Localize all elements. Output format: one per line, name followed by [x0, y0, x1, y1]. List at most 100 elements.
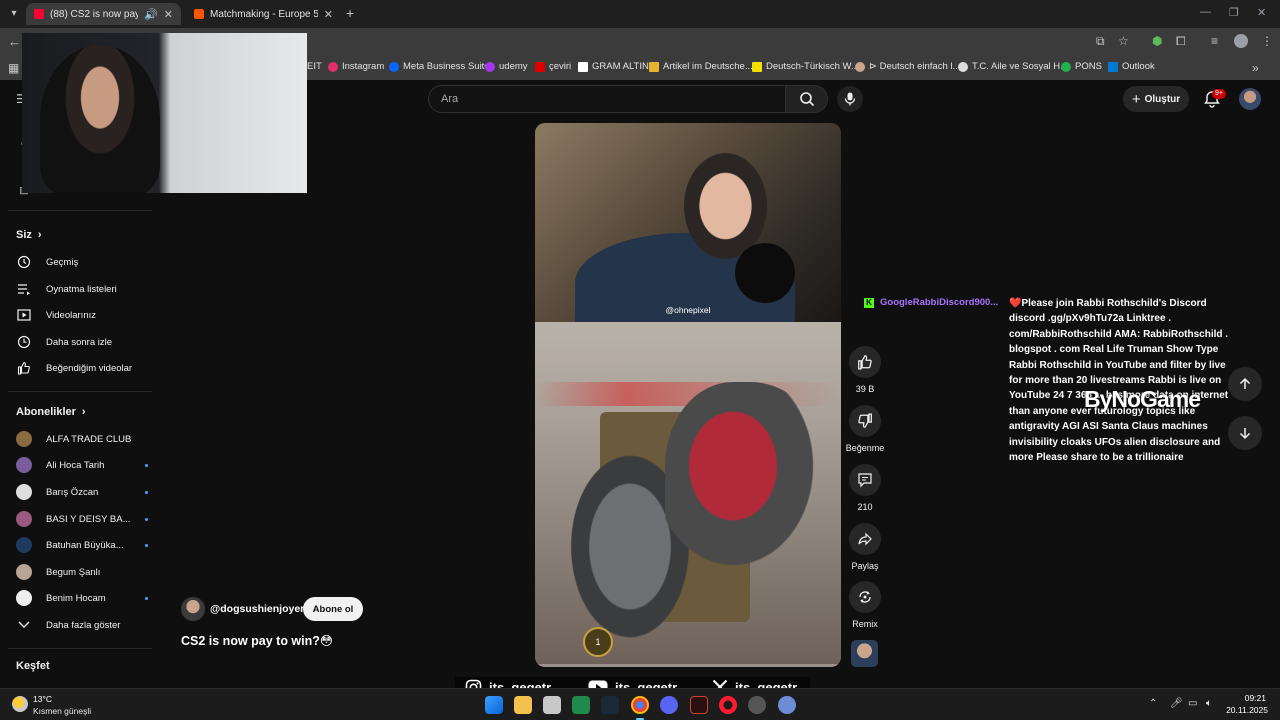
tray-overflow-chevron-icon[interactable]: ⌃	[1149, 698, 1157, 709]
bookmark-instagram[interactable]: Instagram	[328, 61, 384, 72]
avatar-icon	[855, 61, 865, 72]
sidebar-section-you[interactable]: Siz ›	[16, 229, 42, 241]
create-button[interactable]: + Oluştur	[1123, 86, 1189, 112]
like-button[interactable]	[849, 346, 881, 378]
dictionary-icon	[752, 61, 762, 72]
bookmark-artikel[interactable]: Artikel im Deutsche...	[649, 61, 753, 72]
install-app-icon[interactable]: ⧉	[1096, 34, 1105, 49]
extensions-puzzle-icon[interactable]: ⧠	[1176, 34, 1186, 49]
video-progress-bar[interactable]	[535, 664, 841, 667]
comments-button[interactable]	[849, 464, 881, 496]
bookmark-ceviri[interactable]: çeviri	[535, 61, 571, 72]
audio-source-thumbnail[interactable]	[851, 640, 878, 667]
antivirus-icon[interactable]	[690, 696, 708, 714]
bookmark-udemy[interactable]: udemy	[485, 61, 528, 72]
dislike-button[interactable]	[849, 405, 881, 437]
search-input[interactable]: Ara	[428, 85, 786, 113]
new-tab-plus-icon[interactable]: +	[346, 5, 354, 21]
sidebar-sub-ali-hoca-tarih[interactable]: Ali Hoca Tarih	[16, 457, 148, 473]
bookmark-meta-business-suite[interactable]: Meta Business Suite	[389, 61, 490, 72]
close-tab-icon[interactable]: ✕	[164, 8, 173, 21]
comments-action[interactable]: 210	[845, 464, 885, 512]
back-arrow-icon[interactable]: ←	[8, 34, 21, 49]
bookmarks-overflow-icon[interactable]: »	[1252, 61, 1259, 75]
clock-date[interactable]: 20.11.2025	[1222, 705, 1268, 715]
kebab-menu-icon[interactable]: ⋮	[1261, 34, 1273, 48]
streamer-figure	[40, 45, 160, 193]
app-icon[interactable]	[778, 696, 796, 714]
your-videos-icon	[16, 307, 32, 323]
sidebar-item-playlists[interactable]: Oynatma listeleri	[16, 281, 148, 297]
profile-avatar-icon[interactable]	[1234, 34, 1248, 48]
account-avatar[interactable]	[1239, 88, 1261, 110]
remix-button[interactable]	[849, 581, 881, 613]
media-control-icon[interactable]: ≡	[1211, 34, 1218, 48]
sidebar-item-watch-later[interactable]: Daha sonra izle	[16, 334, 148, 350]
clock-time[interactable]: 09:21	[1226, 693, 1266, 703]
weather-temperature[interactable]: 13°C	[33, 694, 52, 704]
voice-search-button[interactable]	[837, 86, 863, 112]
tab-faceit[interactable]: Matchmaking - Europe 5v5 Qu... ✕	[186, 3, 341, 25]
share-button[interactable]	[849, 523, 881, 555]
tab-search-icon[interactable]: ▾	[6, 6, 22, 22]
tray-volume-icon[interactable]: 🔈︎	[1206, 698, 1212, 709]
sidebar-item-history[interactable]: Geçmiş	[16, 254, 148, 270]
excel-icon[interactable]	[572, 696, 590, 714]
previous-short-button[interactable]	[1228, 367, 1262, 401]
minimize-icon[interactable]: —	[1200, 6, 1211, 18]
chrome-icon[interactable]	[631, 696, 649, 720]
bookmark-tc-aile[interactable]: T.C. Aile ve Sosyal H...	[958, 61, 1068, 72]
speaker-icon[interactable]: 🔊	[144, 8, 158, 21]
weather-description[interactable]: Kısmen güneşli	[33, 706, 91, 716]
bookmark-outlook[interactable]: Outlook	[1108, 61, 1155, 72]
sidebar-sub-begum-sanli[interactable]: Begum Şanlı	[16, 564, 148, 580]
opera-icon[interactable]	[719, 696, 737, 714]
sidebar-show-more[interactable]: Daha fazla göster	[16, 617, 148, 633]
weather-sun-cloud-icon[interactable]	[12, 696, 28, 712]
dislike-action[interactable]: Beğenme	[845, 405, 885, 453]
sidebar-sub-basi-y-deisy[interactable]: BASI Y DEISY BA...	[16, 511, 148, 527]
sidebar-sub-benim-hocam[interactable]: Benim Hocam	[16, 590, 148, 606]
sidebar-sub-alfa-trade-club[interactable]: ALFA TRADE CLUB	[16, 431, 148, 447]
channel-avatar[interactable]	[181, 597, 205, 621]
sidebar-item-your-videos[interactable]: Videolarınız	[16, 307, 148, 323]
sidebar-item-liked-videos[interactable]: Beğendiğim videolar	[16, 360, 148, 376]
restore-icon[interactable]: ❐	[1229, 6, 1239, 19]
extension-shield-icon[interactable]: ⬢	[1152, 34, 1162, 48]
tab-youtube[interactable]: (88) CS2 is now pay to win? 🔊 ✕	[26, 3, 181, 25]
shorts-video-player[interactable]: @ohnepixel 1	[535, 123, 841, 667]
discord-icon[interactable]	[660, 696, 678, 714]
share-action[interactable]: Paylaş	[845, 523, 885, 571]
close-window-icon[interactable]: ✕	[1257, 6, 1266, 19]
streamer-webcam	[22, 33, 307, 193]
bookmark-deutsch-einfach[interactable]: ⊳ Deutsch einfach l...	[855, 61, 960, 72]
bookmark-star-icon[interactable]: ☆	[1118, 34, 1129, 48]
next-short-button[interactable]	[1228, 416, 1262, 450]
tray-microphone-icon[interactable]: 🎤︎	[1170, 698, 1183, 709]
channel-handle[interactable]: @dogsushienjoyer	[210, 603, 304, 615]
like-action[interactable]: 39 B	[845, 346, 885, 394]
file-explorer-icon[interactable]	[514, 696, 532, 714]
windows-start-icon[interactable]	[485, 696, 503, 714]
sidebar-sub-baris-ozcan[interactable]: Barış Özcan	[16, 484, 148, 500]
bookmark-eit[interactable]: EIT	[307, 61, 322, 72]
cs2-icon[interactable]	[748, 696, 766, 714]
steam-icon[interactable]	[601, 696, 619, 714]
apps-grid-icon[interactable]: ▦	[8, 61, 19, 75]
bookmark-gram-altin[interactable]: GRAM ALTIN	[578, 61, 649, 72]
sidebar-section-subscriptions[interactable]: Abonelikler ›	[16, 406, 86, 418]
pons-icon	[1061, 61, 1071, 72]
comment-count: 210	[857, 502, 873, 512]
close-tab-icon[interactable]: ✕	[324, 8, 333, 21]
sidebar-sub-batuhan[interactable]: Batuhan Büyüka...	[16, 537, 148, 553]
bookmark-deutsch-turkisch[interactable]: Deutsch-Türkisch W...	[752, 61, 859, 72]
tray-network-icon[interactable]: ▭	[1188, 698, 1197, 709]
subscribe-button[interactable]: Abone ol	[303, 597, 363, 621]
bynogame-watermark: ByNoGame	[1084, 386, 1201, 412]
calculator-icon[interactable]	[543, 696, 561, 714]
search-button[interactable]	[786, 85, 828, 113]
remix-action[interactable]: Remix	[845, 581, 885, 629]
microphone-prop	[735, 243, 795, 303]
bookmark-pons[interactable]: PONS	[1061, 61, 1102, 72]
right-glove	[665, 382, 835, 592]
